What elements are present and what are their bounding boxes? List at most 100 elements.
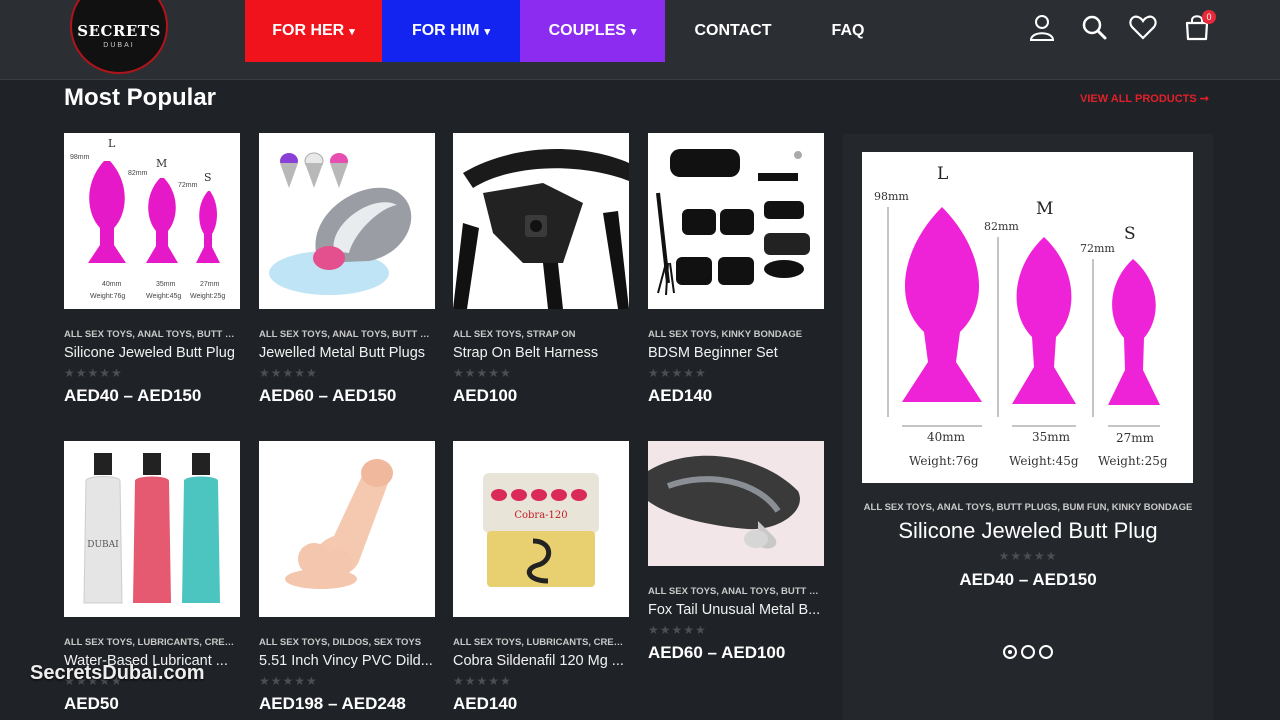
svg-text:98mm: 98mm — [70, 154, 90, 161]
product-image[interactable]: L M S 98mm 82mm 72mm 40mm 35mm 27mm Weig… — [64, 133, 240, 309]
product-name[interactable]: Silicone Jeweled Butt Plug — [64, 345, 240, 361]
product-categories: ALL SEX TOYS, LUBRICANTS, CREAMS... — [453, 637, 629, 648]
product-card[interactable]: ALL SEX TOYS, STRAP ON Strap On Belt Har… — [453, 133, 629, 406]
product-name[interactable]: BDSM Beginner Set — [648, 345, 824, 361]
svg-text:Weight:25g: Weight:25g — [1098, 454, 1168, 468]
svg-text:S: S — [204, 171, 212, 184]
product-price: AED100 — [453, 386, 518, 405]
featured-product-image[interactable]: L M S 98mm 82mm 72mm 40mm 35mm 27mm Weig… — [862, 152, 1193, 483]
svg-text:82mm: 82mm — [984, 220, 1019, 233]
slider-dot-1[interactable] — [1003, 645, 1017, 659]
product-image[interactable] — [259, 441, 435, 617]
heart-icon[interactable] — [1128, 12, 1158, 42]
product-card[interactable]: ALL SEX TOYS, ANAL TOYS, BUTT PLU... Fox… — [648, 441, 824, 663]
product-price: AED140 — [453, 694, 518, 713]
featured-product-slider: L M S 98mm 82mm 72mm 40mm 35mm 27mm Weig… — [843, 134, 1213, 720]
product-name[interactable]: 5.51 Inch Vincy PVC Dild... — [259, 653, 435, 669]
featured-product-categories: ALL SEX TOYS, ANAL TOYS, BUTT PLUGS, BUM… — [863, 502, 1193, 513]
logo-text: SECRETS — [77, 21, 161, 40]
product-categories: ALL SEX TOYS, DILDOS, SEX TOYS — [259, 637, 422, 648]
product-name[interactable]: Fox Tail Unusual Metal B... — [648, 602, 824, 618]
search-icon[interactable] — [1080, 12, 1110, 42]
svg-text:Weight:45g: Weight:45g — [146, 293, 181, 300]
product-categories: ALL SEX TOYS, KINKY BONDAGE — [648, 329, 803, 340]
user-icon[interactable] — [1027, 12, 1057, 42]
nav-for-him[interactable]: FOR HIM ▾ — [382, 0, 520, 62]
cobra-label: Cobra-120 — [514, 510, 567, 521]
product-card[interactable]: ALL SEX TOYS, KINKY BONDAGE BDSM Beginne… — [648, 133, 824, 406]
product-card[interactable]: ALL SEX TOYS, DILDOS, SEX TOYS 5.51 Inch… — [259, 441, 435, 714]
product-name[interactable]: Jewelled Metal Butt Plugs — [259, 345, 435, 361]
rating-stars: ★★★★★ — [453, 366, 512, 380]
nav-contact-label: CONTACT — [694, 22, 772, 39]
logo-subtext: DUBAI — [103, 41, 135, 49]
rating-stars: ★★★★★ — [259, 674, 318, 688]
svg-text:M: M — [156, 157, 167, 170]
slider-dot-3[interactable] — [1039, 645, 1053, 659]
cart-count-badge: 0 — [1202, 10, 1216, 24]
svg-text:40mm: 40mm — [102, 281, 122, 288]
svg-text:82mm: 82mm — [128, 170, 148, 177]
nav-for-him-label: FOR HIM — [411, 22, 480, 39]
rating-stars: ★★★★★ — [453, 674, 512, 688]
svg-text:M: M — [1036, 199, 1053, 219]
product-name[interactable]: Strap On Belt Harness — [453, 345, 629, 361]
svg-text:98mm: 98mm — [874, 190, 909, 203]
product-price: AED60 – AED100 — [648, 643, 786, 662]
svg-text:27mm: 27mm — [1116, 431, 1155, 445]
chevron-down-icon: ▾ — [630, 25, 637, 38]
svg-text:Weight:76g: Weight:76g — [90, 293, 125, 300]
svg-text:35mm: 35mm — [1032, 430, 1071, 444]
svg-text:L: L — [108, 137, 116, 150]
product-image[interactable]: Cobra-120 — [453, 441, 629, 617]
slider-pagination — [1003, 645, 1053, 659]
product-image[interactable] — [648, 441, 824, 566]
product-price: AED60 – AED150 — [259, 386, 397, 405]
nav-faq[interactable]: FAQ — [826, 0, 870, 62]
product-categories: ALL SEX TOYS, ANAL TOYS, BUTT PLU... — [648, 586, 824, 597]
featured-rating-stars: ★★★★★ — [998, 549, 1058, 563]
view-all-products-link[interactable]: VIEW ALL PRODUCTS ➞ — [1080, 92, 1209, 105]
product-categories: ALL SEX TOYS, ANAL TOYS, BUTT PLU... — [64, 329, 240, 340]
product-image[interactable] — [453, 133, 629, 309]
watermark: SecretsDubai.com — [30, 662, 205, 684]
svg-text:Weight:76g: Weight:76g — [909, 454, 979, 468]
svg-text:72mm: 72mm — [1080, 242, 1115, 255]
svg-text:40mm: 40mm — [927, 430, 966, 444]
svg-text:72mm: 72mm — [178, 182, 198, 189]
nav-contact[interactable]: CONTACT — [690, 0, 776, 62]
product-image[interactable] — [648, 133, 824, 309]
featured-product-name[interactable]: Silicone Jeweled Butt Plug — [843, 518, 1213, 544]
featured-product-price: AED40 – AED150 — [959, 570, 1097, 589]
product-image[interactable]: DUBAI — [64, 441, 240, 617]
lube-brand-label: DUBAI — [87, 540, 119, 550]
product-card[interactable]: Cobra-120 ALL SEX TOYS, LUBRICANTS, CREA… — [453, 441, 629, 714]
site-header: SECRETS DUBAI FOR HER ▾ FOR HIM ▾ COUPLE… — [0, 0, 1280, 80]
rating-stars: ★★★★★ — [64, 366, 123, 380]
product-card[interactable]: ALL SEX TOYS, ANAL TOYS, BUTT PLU... Jew… — [259, 133, 435, 406]
site-logo[interactable]: SECRETS DUBAI — [70, 0, 168, 74]
nav-faq-label: FAQ — [831, 22, 865, 39]
svg-text:L: L — [937, 164, 948, 184]
product-price: AED50 — [64, 694, 119, 713]
product-categories: ALL SEX TOYS, LUBRICANTS, CREAMS... — [64, 637, 240, 648]
rating-stars: ★★★★★ — [648, 366, 707, 380]
product-price: AED198 – AED248 — [259, 694, 406, 713]
svg-text:27mm: 27mm — [200, 281, 220, 288]
nav-couples-label: COUPLES — [548, 22, 626, 39]
nav-for-her-label: FOR HER — [272, 22, 345, 39]
nav-couples[interactable]: COUPLES ▾ — [520, 0, 665, 62]
product-card[interactable]: L M S 98mm 82mm 72mm 40mm 35mm 27mm Weig… — [64, 133, 240, 406]
product-name[interactable]: Cobra Sildenafil 120 Mg ... — [453, 653, 629, 669]
chevron-down-icon: ▾ — [484, 25, 491, 38]
chevron-down-icon: ▾ — [349, 25, 355, 38]
slider-dot-2[interactable] — [1021, 645, 1035, 659]
section-title: Most Popular — [64, 84, 217, 111]
svg-text:S: S — [1124, 224, 1136, 244]
product-price: AED140 — [648, 386, 713, 405]
svg-text:35mm: 35mm — [156, 281, 176, 288]
product-image[interactable] — [259, 133, 435, 309]
product-categories: ALL SEX TOYS, ANAL TOYS, BUTT PLU... — [259, 329, 435, 340]
nav-for-her[interactable]: FOR HER ▾ — [245, 0, 382, 62]
product-categories: ALL SEX TOYS, STRAP ON — [453, 329, 576, 340]
